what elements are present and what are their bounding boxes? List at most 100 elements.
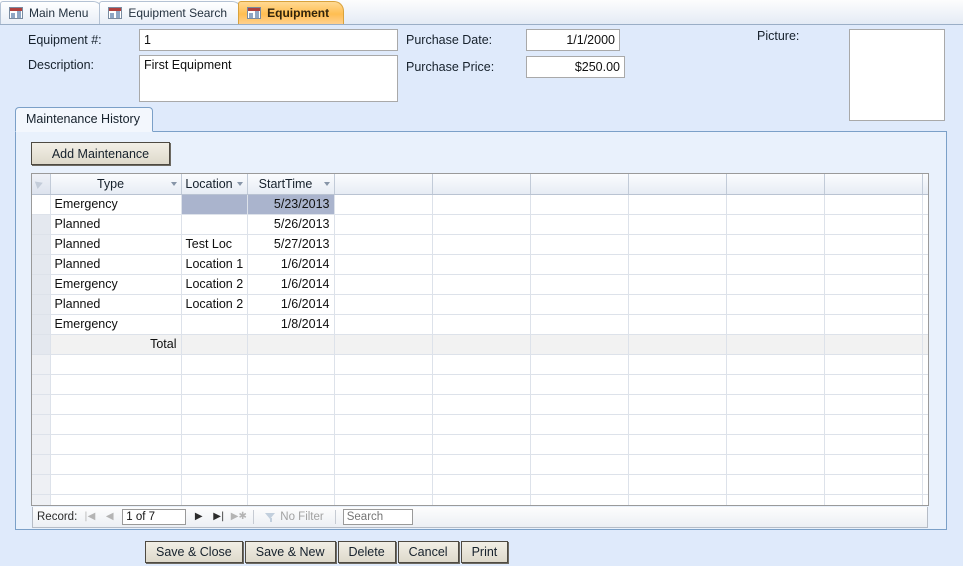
cell-type[interactable]: Planned [50,214,182,235]
row-selector[interactable] [32,234,51,255]
cell-location[interactable] [181,194,248,215]
cell-starttime[interactable]: 1/6/2014 [247,274,335,295]
row-selector[interactable] [32,434,51,455]
datasheet-table: Type Location StartTime Emergency 5/23/2… [32,174,928,505]
purchase-date-label: Purchase Date: [406,33,493,47]
cell-starttime[interactable]: 5/27/2013 [247,234,335,255]
cell-empty [824,454,923,475]
nav-divider [334,510,336,524]
next-record-icon[interactable]: ▶ [191,509,206,525]
delete-button[interactable]: Delete [337,541,396,563]
chevron-down-icon[interactable] [323,181,330,186]
row-selector[interactable] [32,394,51,415]
table-row[interactable]: Emergency 5/23/2013 [32,194,928,215]
row-selector[interactable] [32,294,51,315]
cell-type[interactable]: Planned [50,254,182,275]
cell-starttime[interactable]: 5/26/2013 [247,214,335,235]
row-selector[interactable] [32,214,51,235]
cell-type[interactable]: Planned [50,234,182,255]
print-button[interactable]: Print [460,541,509,563]
cancel-button[interactable]: Cancel [397,541,459,563]
table-row[interactable]: Planned Test Loc 5/27/2013 [32,234,928,255]
record-counter-input[interactable] [122,509,187,525]
cell-empty[interactable] [181,354,248,375]
picture-frame[interactable] [849,29,945,121]
select-all-corner[interactable] [32,174,51,195]
table-row[interactable]: Planned Location 1 1/6/2014 [32,254,928,275]
column-header-location[interactable]: Location [181,174,248,195]
tab-main-menu[interactable]: Main Menu [0,1,104,24]
maintenance-datasheet[interactable]: Type Location StartTime Emergency 5/23/2… [31,173,929,506]
cell-empty [50,474,182,495]
row-selector[interactable] [32,334,51,355]
cell-empty [334,214,433,235]
tab-maintenance-history[interactable]: Maintenance History [15,107,153,132]
column-header-empty [824,174,923,195]
tab-equipment-search[interactable]: Equipment Search [99,1,243,24]
cell-empty [628,294,727,315]
save-and-new-button[interactable]: Save & New [244,541,336,563]
cell-location[interactable]: Location 1 [181,254,248,275]
cell-starttime[interactable]: 1/6/2014 [247,294,335,315]
chevron-down-icon[interactable] [236,181,243,186]
chevron-down-icon[interactable] [170,181,177,186]
empty-row [32,434,928,455]
cell-starttime[interactable]: 1/8/2014 [247,314,335,335]
column-header-type[interactable]: Type [50,174,182,195]
table-row[interactable]: Planned 5/26/2013 [32,214,928,235]
cell-empty [432,394,531,415]
cell-location[interactable]: Test Loc [181,234,248,255]
row-selector[interactable] [32,414,51,435]
equipment-number-input[interactable] [139,29,398,51]
table-row[interactable]: Planned Location 2 1/6/2014 [32,294,928,315]
purchase-date-input[interactable] [526,29,620,51]
purchase-price-input[interactable] [526,56,625,78]
first-record-icon[interactable]: |◀ [82,509,97,525]
cell-location[interactable]: Location 2 [181,294,248,315]
row-selector[interactable] [32,454,51,475]
cell-empty[interactable] [247,354,335,375]
table-row[interactable]: Emergency 1/8/2014 [32,314,928,335]
save-and-close-button[interactable]: Save & Close [145,541,243,563]
column-header-empty [922,174,928,195]
table-row[interactable]: Emergency Location 2 1/6/2014 [32,274,928,295]
cell-empty[interactable] [50,354,182,375]
cell-type[interactable]: Emergency [50,314,182,335]
row-selector[interactable] [32,254,51,275]
cell-empty [922,374,928,395]
cell-location[interactable]: Location 2 [181,274,248,295]
description-input[interactable]: First Equipment [139,55,398,102]
cell-empty [824,214,923,235]
row-selector[interactable] [32,274,51,295]
cell-empty [824,374,923,395]
cell-location[interactable] [181,314,248,335]
row-selector[interactable] [32,354,51,375]
filter-status[interactable]: No Filter [261,511,327,523]
cell-starttime[interactable]: 1/6/2014 [247,254,335,275]
cell-type[interactable]: Emergency [50,274,182,295]
cell-type[interactable]: Emergency [50,194,182,215]
add-maintenance-button[interactable]: Add Maintenance [31,142,170,165]
row-selector[interactable] [32,374,51,395]
tab-equipment[interactable]: Equipment [238,1,345,24]
cell-location[interactable] [181,214,248,235]
cell-empty [824,254,923,275]
cell-starttime[interactable]: 5/23/2013 [247,194,335,215]
previous-record-icon[interactable]: ◀ [102,509,117,525]
cell-empty [824,434,923,455]
search-input[interactable] [342,509,413,525]
column-header-starttime[interactable]: StartTime [247,174,335,195]
row-selector[interactable] [32,474,51,495]
cell-empty [922,394,928,415]
row-selector[interactable] [32,314,51,335]
new-record-icon[interactable]: ▶✱ [231,509,247,525]
cell-empty [726,494,825,505]
cell-empty [334,494,433,505]
total-row: Total [32,334,928,355]
cell-type[interactable]: Planned [50,294,182,315]
row-selector[interactable] [32,494,51,505]
cell-empty [334,294,433,315]
last-record-icon[interactable]: ▶| [211,509,226,525]
new-record-row[interactable] [32,354,928,375]
row-selector[interactable] [32,194,51,215]
